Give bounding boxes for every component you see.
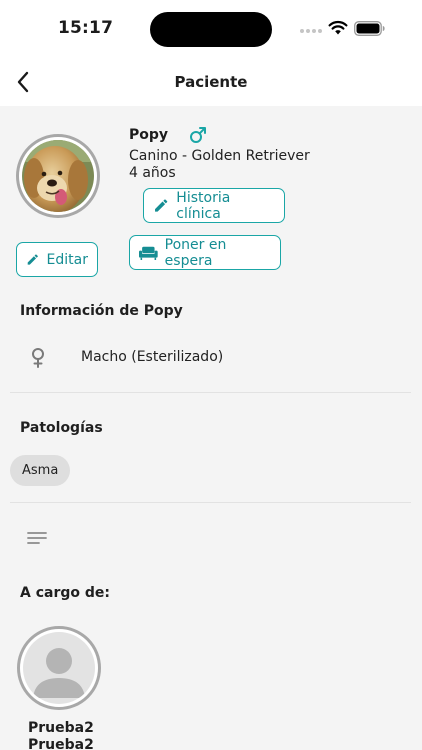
put-on-hold-label: Poner en espera [164,236,227,269]
wifi-icon [328,20,348,35]
pencil-icon [27,254,38,265]
pet-photo [22,140,94,212]
patient-screen: 15:17 Paciente Popy Canino - Golden Retr… [0,0,422,750]
pet-avatar [16,134,100,218]
pet-age: 4 años [129,165,176,181]
status-bar: 15:17 [0,0,422,56]
divider [10,502,411,503]
user-avatar [17,626,101,710]
sofa-icon [139,246,158,260]
user-name-line1: Prueba2 [28,720,94,736]
divider [10,392,411,393]
page-title: Paciente [174,73,248,91]
notes-icon [27,532,47,544]
gender-icon [32,348,44,368]
status-time: 15:17 [58,18,114,38]
edit-label: Editar [46,251,88,268]
medical-history-button[interactable]: Historia clínica [143,188,285,223]
pencil-icon [155,199,168,212]
navigation-bar: Paciente [0,56,422,106]
edit-button[interactable]: Editar [16,242,98,277]
medical-history-label: Historia clínica [176,189,231,222]
pet-name: Popy [129,127,169,143]
user-name-line2: Prueba2 [28,737,94,750]
gender-value: Macho (Esterilizado) [81,349,224,365]
cellular-signal-icon [300,29,322,33]
pet-breed: Canino - Golden Retriever [129,148,310,164]
put-on-hold-button[interactable]: Poner en espera [129,235,281,270]
dynamic-island [150,12,272,47]
battery-icon [354,21,385,36]
pathologies-title: Patologías [20,420,103,436]
pathology-chip: Asma [10,455,71,486]
in-charge-title: A cargo de: [20,585,110,601]
male-icon [190,127,206,143]
info-section-title: Información de Popy [20,303,183,319]
person-placeholder-icon [33,648,85,698]
